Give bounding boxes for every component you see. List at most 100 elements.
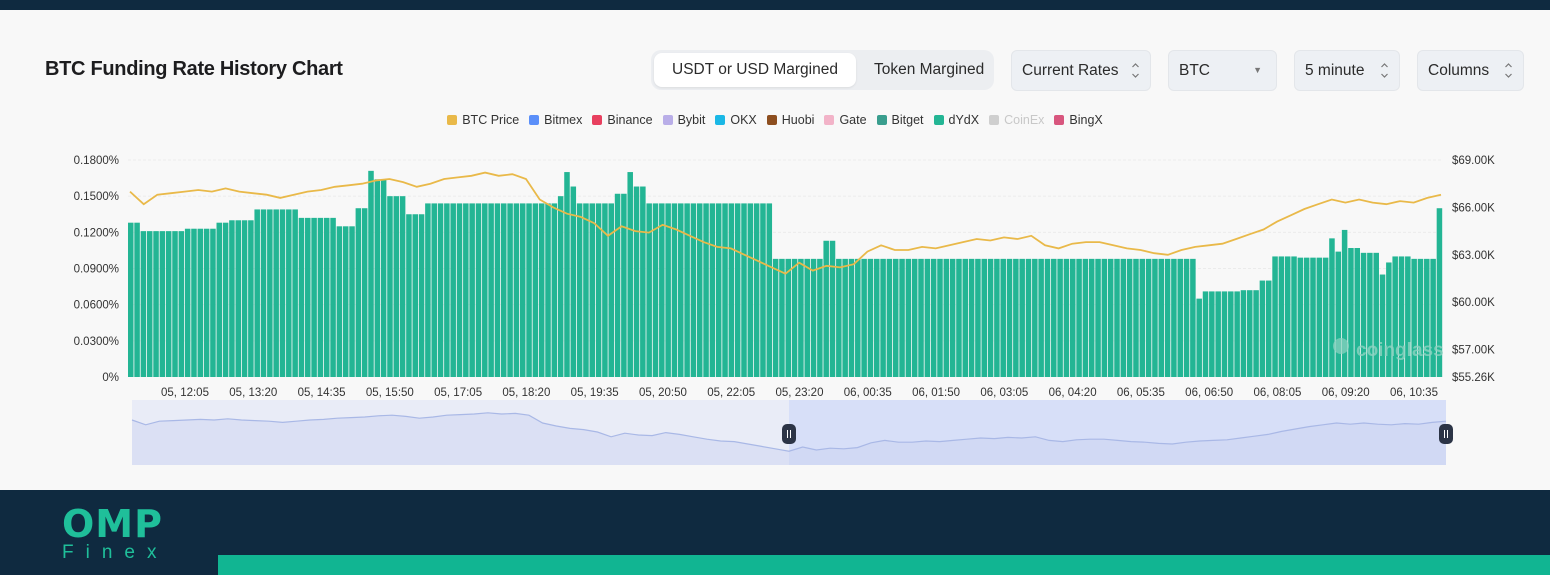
funding-rate-bar: [1120, 258, 1127, 377]
funding-rate-bar: [602, 203, 608, 377]
y-left-tick-label: 0.1500%: [74, 191, 119, 203]
navigator-handle-start[interactable]: [782, 424, 796, 444]
funding-rate-bar: [526, 203, 532, 377]
y-right-tick-label: $60.00K: [1452, 297, 1495, 309]
funding-rate-bar: [1303, 257, 1310, 377]
funding-rate-bar: [949, 258, 956, 377]
funding-rate-bar: [273, 209, 279, 377]
funding-rate-bar: [1038, 258, 1044, 377]
funding-rate-bar: [1196, 298, 1202, 377]
funding-rate-bar: [1164, 258, 1171, 377]
funding-rate-bar: [311, 217, 317, 377]
funding-rate-bar: [880, 258, 886, 377]
x-tick-label: 05, 20:50: [639, 387, 687, 399]
funding-rate-bar: [627, 172, 633, 377]
x-tick-label: 06, 05:35: [1117, 387, 1165, 399]
funding-rate-bar: [943, 258, 950, 377]
navigator-handle-end[interactable]: [1439, 424, 1453, 444]
funding-rate-bar: [1335, 251, 1342, 377]
funding-rate-bar: [855, 258, 861, 377]
funding-rate-bar: [159, 231, 166, 377]
funding-rate-bar: [1291, 256, 1297, 377]
range-navigator[interactable]: [131, 400, 1453, 465]
funding-rate-bar: [1177, 258, 1183, 377]
funding-rate-bar: [1329, 238, 1335, 377]
funding-rate-bar: [279, 209, 286, 377]
funding-rate-bar: [184, 228, 191, 377]
funding-rate-bar: [930, 258, 937, 377]
funding-rate-bar: [545, 203, 551, 377]
x-tick-label: 06, 10:35: [1390, 387, 1438, 399]
y-left-tick-label: 0.1200%: [74, 227, 119, 239]
funding-rate-bar: [1209, 291, 1215, 377]
funding-rate-bar: [779, 258, 785, 377]
funding-rate-bar: [1158, 258, 1165, 377]
x-tick-label: 06, 09:20: [1322, 387, 1370, 399]
funding-rate-bar: [197, 228, 204, 377]
funding-rate-bar: [406, 214, 412, 377]
funding-rate-bar: [1284, 256, 1291, 377]
funding-rate-bar: [1076, 258, 1082, 377]
x-tick-label: 05, 18:20: [502, 387, 550, 399]
funding-rate-bar: [1234, 291, 1240, 377]
x-tick-label: 05, 22:05: [707, 387, 755, 399]
funding-rate-bar: [690, 203, 697, 377]
funding-rate-bar: [336, 226, 343, 377]
funding-rate-bar: [1082, 258, 1089, 377]
funding-rate-bar: [557, 196, 564, 377]
funding-rate-bar: [1126, 258, 1133, 377]
funding-rate-bar: [867, 258, 874, 377]
funding-rate-bar: [1253, 290, 1259, 377]
x-tick-label: 05, 14:35: [298, 387, 346, 399]
funding-rate-bar: [842, 258, 848, 377]
funding-rate-bar: [437, 203, 444, 377]
funding-rate-bar: [153, 231, 159, 377]
funding-rate-bar: [1019, 258, 1025, 377]
funding-rate-bar: [513, 203, 520, 377]
funding-rate-bar: [450, 203, 456, 377]
funding-rate-bar: [709, 203, 716, 377]
funding-rate-bar: [330, 217, 336, 377]
funding-rate-bar: [412, 214, 419, 377]
funding-rate-bar: [260, 209, 267, 377]
funding-rate-bar: [899, 258, 905, 377]
funding-rate-bar: [836, 258, 842, 377]
funding-rate-bar: [1044, 258, 1051, 377]
funding-rate-bar: [703, 203, 709, 377]
funding-rate-bar: [172, 231, 178, 377]
funding-rate-bar: [678, 203, 684, 377]
x-tick-label: 05, 15:50: [366, 387, 414, 399]
funding-rate-bar: [659, 203, 665, 377]
funding-rate-bar: [469, 203, 475, 377]
funding-rate-bar: [696, 203, 703, 377]
funding-rate-bar: [1190, 258, 1196, 377]
funding-rate-bar: [734, 203, 741, 377]
funding-rate-bar: [633, 186, 640, 377]
funding-rate-bar: [589, 203, 596, 377]
funding-rate-bar: [286, 209, 292, 377]
funding-rate-bar: [361, 208, 368, 377]
funding-rate-bar: [861, 258, 867, 377]
x-tick-label: 06, 03:05: [980, 387, 1028, 399]
funding-rate-bar: [987, 258, 994, 377]
x-tick-label: 06, 04:20: [1049, 387, 1097, 399]
handle-grip-icon: [782, 424, 796, 444]
funding-rate-bar: [298, 217, 305, 377]
funding-rate-bar: [1247, 290, 1253, 377]
x-tick-label: 06, 00:35: [844, 387, 892, 399]
x-tick-label: 05, 19:35: [571, 387, 619, 399]
omp-finex-logo: OMP Finex: [62, 505, 168, 563]
funding-rate-bar: [425, 203, 431, 377]
funding-rate-bar: [981, 258, 988, 377]
funding-rate-bar: [1272, 256, 1278, 377]
funding-rate-bar: [1202, 291, 1209, 377]
funding-rate-bar: [684, 203, 690, 377]
y-right-tick-label: $57.00K: [1452, 345, 1495, 357]
funding-rate-bar: [576, 203, 583, 377]
funding-rate-bar: [760, 203, 766, 377]
funding-rate-bar: [538, 203, 545, 377]
funding-rate-bar: [399, 196, 406, 377]
funding-rate-bar: [1348, 248, 1354, 377]
funding-rate-chart: coinglass 0% 0.0300% 0.0600% 0.0900% 0.1200%…: [74, 155, 1495, 465]
funding-rate-bar: [892, 258, 899, 377]
